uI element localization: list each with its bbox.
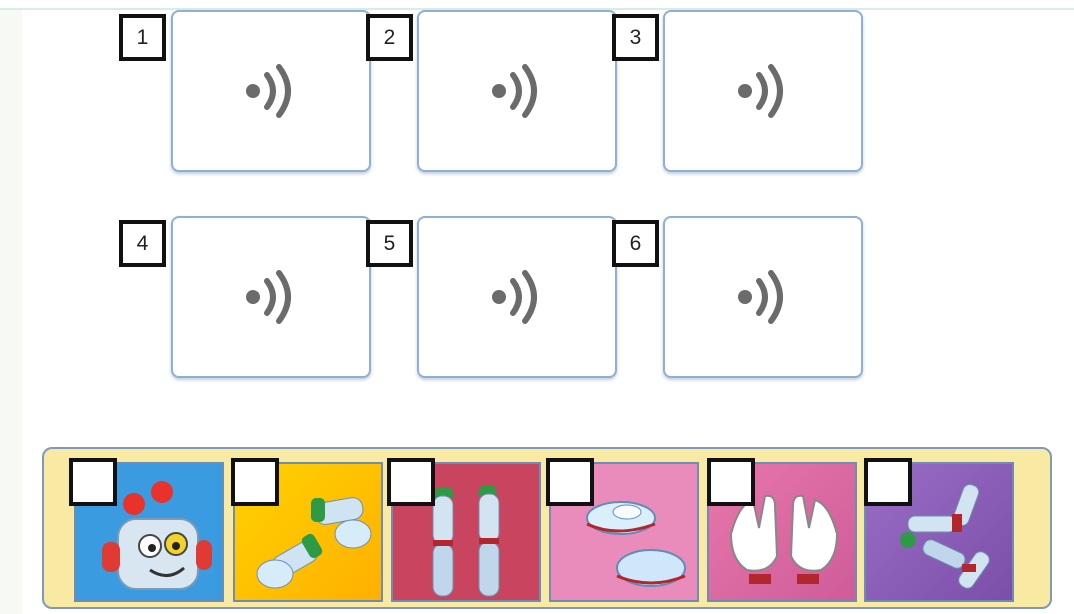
speaker-icon <box>738 64 783 118</box>
answer-box-6[interactable] <box>864 458 912 506</box>
number-label-5: 5 <box>366 220 413 267</box>
speaker-icon <box>738 270 783 324</box>
audio-card-1[interactable] <box>171 10 371 172</box>
number-label-3: 3 <box>612 14 659 61</box>
number-label-4: 4 <box>119 220 166 267</box>
answer-box-3[interactable] <box>387 458 435 506</box>
audio-card-4[interactable] <box>171 216 371 378</box>
audio-card-2[interactable] <box>417 10 617 172</box>
audio-card-6[interactable] <box>663 216 863 378</box>
speaker-icon <box>492 64 537 118</box>
answer-box-1[interactable] <box>69 458 117 506</box>
audio-card-3[interactable] <box>663 10 863 172</box>
answer-box-4[interactable] <box>546 458 594 506</box>
number-label-1: 1 <box>119 14 166 61</box>
left-margin-strip <box>0 10 22 614</box>
number-label-2: 2 <box>366 14 413 61</box>
answer-box-5[interactable] <box>707 458 755 506</box>
audio-card-5[interactable] <box>417 216 617 378</box>
number-label-6: 6 <box>612 220 659 267</box>
answer-box-2[interactable] <box>231 458 279 506</box>
speaker-icon <box>246 270 291 324</box>
speaker-icon <box>246 64 291 118</box>
speaker-icon <box>492 270 537 324</box>
